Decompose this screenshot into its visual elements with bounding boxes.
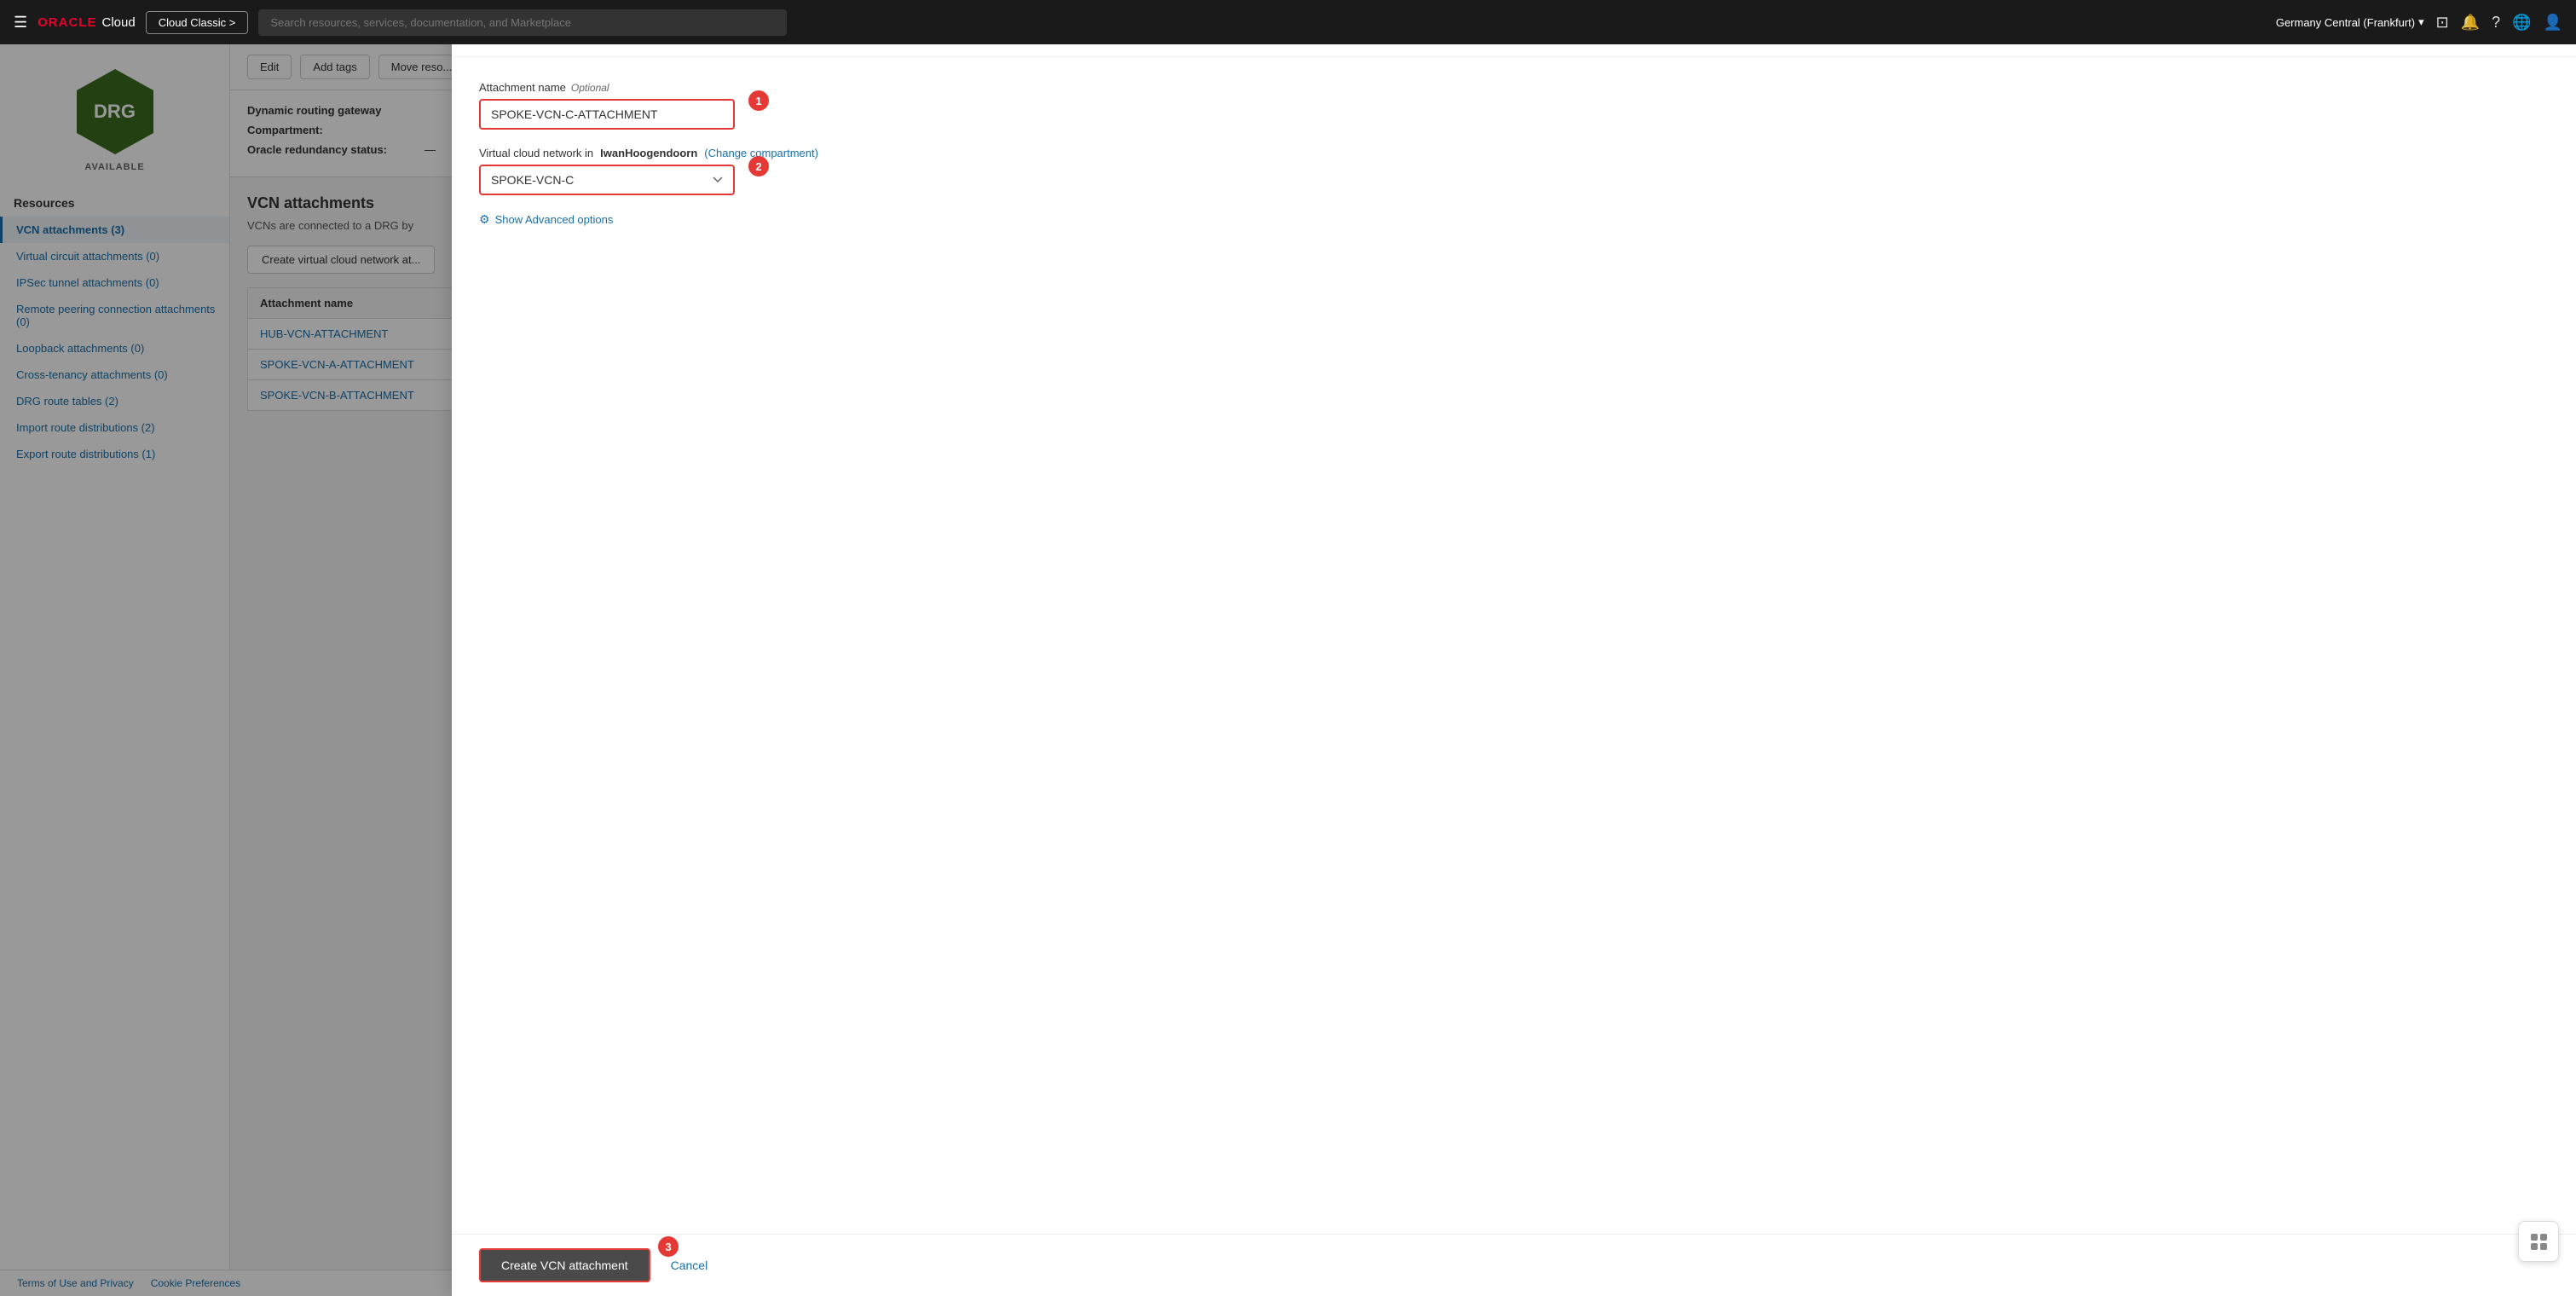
create-vcn-attachment-modal: Create VCN attachment Help Attachment na… — [452, 44, 2576, 1296]
nav-right-area: Germany Central (Frankfurt) ▾ ⊡ 🔔 ? 🌐 👤 — [2276, 14, 2562, 32]
advanced-options-label: Show Advanced options — [495, 213, 614, 226]
modal-header: Create VCN attachment Help — [452, 44, 2576, 57]
help-icon[interactable]: ? — [2492, 14, 2500, 32]
advanced-options-link[interactable]: ⚙ Show Advanced options — [479, 212, 2549, 227]
globe-icon[interactable]: 🌐 — [2512, 14, 2531, 32]
top-navigation: ☰ ORACLE Cloud Cloud Classic > Germany C… — [0, 0, 2576, 44]
step-badge-3: 3 — [658, 1236, 679, 1257]
attachment-name-label: Attachment name Optional — [479, 81, 2549, 94]
attachment-name-group: Attachment name Optional 1 — [479, 81, 2549, 130]
hamburger-menu[interactable]: ☰ — [14, 14, 27, 32]
search-input[interactable] — [258, 9, 787, 36]
help-dot — [2531, 1243, 2538, 1250]
create-vcn-attachment-button[interactable]: Create VCN attachment — [479, 1248, 650, 1282]
help-dot — [2540, 1243, 2547, 1250]
vcn-select[interactable]: SPOKE-VCN-C — [479, 165, 735, 195]
attachment-name-input[interactable] — [479, 99, 735, 130]
vcn-compartment-name: IwanHoogendoorn — [600, 147, 697, 159]
region-label: Germany Central (Frankfurt) — [2276, 16, 2415, 29]
cloud-text: Cloud — [101, 15, 135, 30]
vcn-label: Virtual cloud network in — [479, 147, 593, 159]
main-layout: DRG AVAILABLE Resources VCN attachments … — [0, 44, 2576, 1296]
cancel-button[interactable]: Cancel — [671, 1258, 708, 1272]
optional-label: Optional — [571, 82, 609, 94]
region-selector[interactable]: Germany Central (Frankfurt) ▾ — [2276, 15, 2424, 29]
bell-icon[interactable]: 🔔 — [2461, 14, 2480, 32]
chevron-down-icon: ▾ — [2418, 15, 2424, 29]
oracle-logo: ORACLE Cloud — [38, 15, 136, 30]
user-avatar[interactable]: 👤 — [2544, 14, 2562, 32]
step-badge-2: 2 — [748, 156, 769, 176]
monitor-icon[interactable]: ⊡ — [2436, 14, 2449, 32]
vcn-label-row: Virtual cloud network in IwanHoogendoorn… — [479, 147, 2549, 159]
help-widget[interactable] — [2518, 1221, 2559, 1262]
sliders-icon: ⚙ — [479, 212, 490, 227]
modal-body: Attachment name Optional 1 Virtual cloud… — [452, 57, 2576, 1234]
help-dot — [2540, 1234, 2547, 1241]
oracle-text: ORACLE — [38, 15, 96, 30]
modal-footer: Create VCN attachment 3 Cancel — [452, 1234, 2576, 1296]
cloud-classic-button[interactable]: Cloud Classic > — [146, 11, 249, 34]
footer-badge-area: Create VCN attachment 3 Cancel — [479, 1248, 708, 1282]
help-widget-grid — [2531, 1234, 2547, 1250]
step-badge-1: 1 — [748, 90, 769, 111]
vcn-select-group: Virtual cloud network in IwanHoogendoorn… — [479, 147, 2549, 195]
help-dot — [2531, 1234, 2538, 1241]
